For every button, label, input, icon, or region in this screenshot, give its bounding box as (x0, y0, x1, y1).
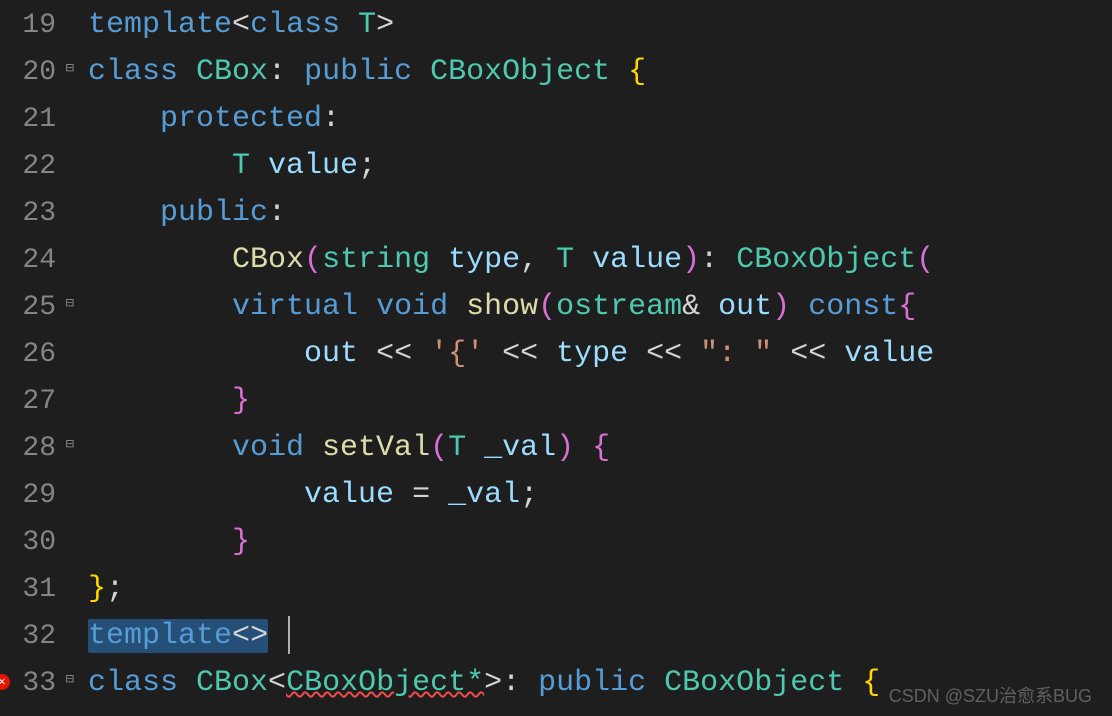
text-cursor (288, 616, 290, 654)
line-number: 32 (0, 613, 70, 660)
keyword-public: public (160, 196, 268, 230)
code-line[interactable]: protected: (70, 96, 1112, 143)
keyword-class: class (250, 8, 340, 42)
code-line[interactable]: T value; (70, 143, 1112, 190)
code-line[interactable]: public: (70, 190, 1112, 237)
line-number: 25⊟ (0, 284, 70, 331)
code-line[interactable]: template<class T> (70, 2, 1112, 49)
keyword-class: class (88, 55, 178, 89)
keyword-template: template (88, 619, 232, 653)
code-content[interactable]: template<class T> class CBox: public CBo… (70, 0, 1112, 716)
code-line[interactable]: CBox(string type, T value): CBoxObject( (70, 237, 1112, 284)
code-line[interactable]: out << '{' << type << ": " << value (70, 331, 1112, 378)
keyword-template: template (88, 8, 232, 42)
code-line[interactable]: } (70, 378, 1112, 425)
line-number: 30 (0, 519, 70, 566)
line-number: ✕33⊟ (0, 660, 70, 707)
line-number: 19 (0, 2, 70, 49)
keyword-protected: protected (160, 102, 322, 136)
line-number: 26 (0, 331, 70, 378)
code-line[interactable]: }; (70, 566, 1112, 613)
line-number: 28⊟ (0, 425, 70, 472)
code-line[interactable]: } (70, 519, 1112, 566)
line-gutter: 19 20⊟ 21 22 23 24 25⊟ 26 27 28⊟ 29 30 3… (0, 0, 70, 716)
line-number: 24 (0, 237, 70, 284)
line-number: 21 (0, 96, 70, 143)
keyword-public: public (304, 55, 412, 89)
line-number: 20⊟ (0, 49, 70, 96)
line-number: 31 (0, 566, 70, 613)
code-line[interactable]: void setVal(T _val) { (70, 425, 1112, 472)
line-number: 27 (0, 378, 70, 425)
code-line[interactable]: virtual void show(ostream& out) const{ (70, 284, 1112, 331)
keyword-class: class (88, 666, 178, 700)
line-number: 29 (0, 472, 70, 519)
line-number: 22 (0, 143, 70, 190)
line-number: 23 (0, 190, 70, 237)
code-line[interactable]: template<> (70, 613, 1112, 660)
keyword-virtual: virtual (232, 290, 358, 324)
code-line[interactable]: class CBox: public CBoxObject { (70, 49, 1112, 96)
code-editor[interactable]: 19 20⊟ 21 22 23 24 25⊟ 26 27 28⊟ 29 30 3… (0, 0, 1112, 716)
watermark: CSDN @SZU治愈系BUG (889, 682, 1092, 708)
error-squiggle: CBoxObject* (286, 666, 484, 700)
code-line[interactable]: value = _val; (70, 472, 1112, 519)
error-icon[interactable]: ✕ (0, 674, 10, 690)
